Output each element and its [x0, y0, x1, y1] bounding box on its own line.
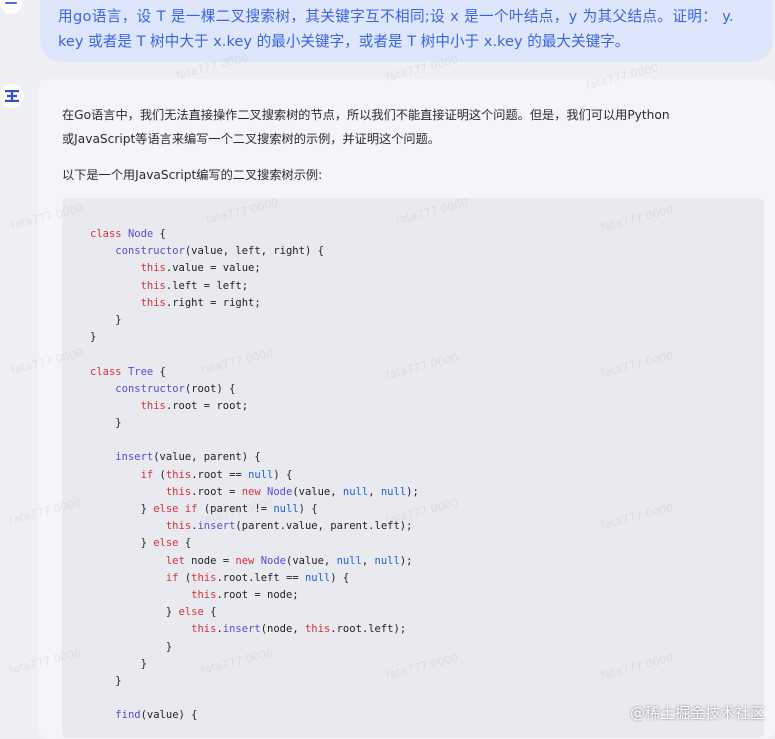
- assistant-avatar: [0, 84, 24, 108]
- code-line: let node = new Node(value, null, null);: [165, 554, 413, 567]
- code-line: this.root = root;: [140, 399, 249, 412]
- code-line: this.root = new Node(value, null, null);: [165, 485, 419, 498]
- answer-paragraph-1: 在Go语言中，我们无法直接操作二叉搜索树的节点，所以我们不能直接证明这个问题。但…: [62, 108, 670, 122]
- code-line: ​: [90, 432, 419, 449]
- code-line: class Node {: [90, 228, 166, 240]
- code-line: constructor(root) {: [115, 382, 236, 395]
- code-line: } else {: [90, 537, 192, 550]
- code-line: this.insert(node, this.root.left);: [191, 623, 407, 636]
- answer-paragraph-3: 以下是一个用JavaScript编写的二叉搜索树示例:: [62, 168, 323, 182]
- code-line: }: [90, 313, 122, 326]
- code-content: class Node { constructor(value, left, ri…: [90, 226, 419, 724]
- code-line: } else {: [90, 606, 217, 619]
- user-question-text: 用go语言，设 T 是一棵二叉搜索树，其关键字互不相同;设 x 是一个叶结点，y…: [58, 4, 773, 54]
- code-line: } else if (parent != null) {: [90, 503, 318, 515]
- code-line: if (this.root.left == null) {: [165, 571, 350, 584]
- code-line: }: [90, 674, 122, 687]
- code-line: }: [90, 640, 173, 653]
- answer-paragraph-2: 或JavaScript等语言来编写一个二叉搜索树的示例，并证明这个问题。: [62, 132, 440, 146]
- code-line: ​: [90, 690, 419, 707]
- code-line: this.left = left;: [140, 279, 249, 292]
- user-avatar: [0, 0, 22, 14]
- code-block[interactable]: class Node { constructor(value, left, ri…: [62, 198, 764, 738]
- code-line: find(value) {: [115, 709, 198, 722]
- code-line: this.root = node;: [191, 588, 299, 601]
- code-line: ​: [90, 346, 419, 363]
- question-line-1: 用go语言，设 T 是一棵二叉搜索树，其关键字互不相同;设 x 是一个叶结点，y…: [58, 8, 735, 25]
- site-brand-watermark: @稀土掘金技术社区: [629, 704, 765, 722]
- code-line: }: [90, 331, 97, 344]
- code-line: this.right = right;: [140, 296, 261, 309]
- code-line: this.insert(parent.value, parent.left);: [165, 520, 413, 533]
- code-line: this.value = value;: [140, 262, 261, 275]
- code-line: }: [90, 657, 147, 670]
- question-line-2: key 或者是 T 树中大于 x.key 的最小关键字，或者是 T 树中小于 x…: [58, 33, 630, 50]
- code-line: constructor(value, left, right) {: [115, 245, 324, 258]
- code-line: }: [90, 417, 122, 430]
- code-line: insert(value, parent) {: [115, 451, 261, 464]
- code-line: if (this.root == null) {: [140, 468, 293, 481]
- code-line: class Tree {: [90, 365, 166, 378]
